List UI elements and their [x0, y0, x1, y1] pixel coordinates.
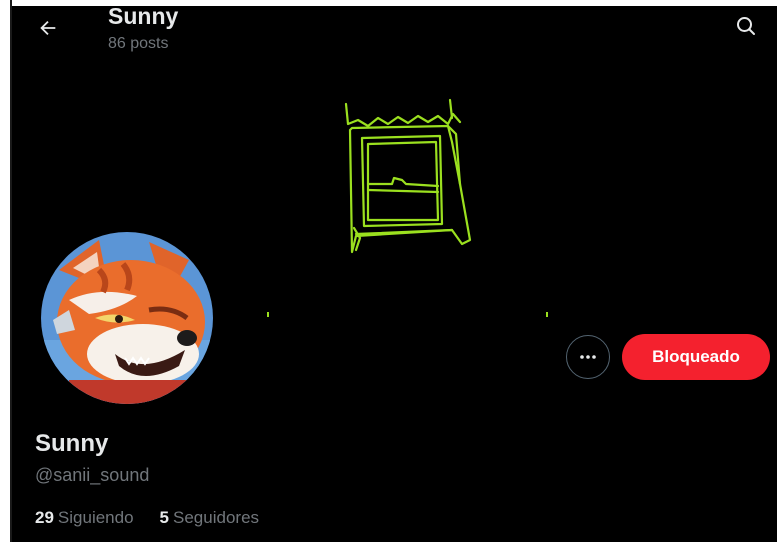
- following-link[interactable]: 29 Siguiendo: [35, 508, 134, 528]
- avatar[interactable]: [39, 230, 215, 406]
- followers-count: 5: [159, 508, 170, 527]
- back-button[interactable]: [30, 10, 66, 46]
- left-edge: [0, 0, 10, 542]
- search-icon: [737, 17, 755, 35]
- arrow-left-icon: [40, 20, 56, 36]
- followers-link[interactable]: 5 Seguidores: [160, 508, 259, 528]
- more-options-button[interactable]: [566, 335, 610, 379]
- following-label: Siguiendo: [57, 508, 134, 527]
- more-horizontal-icon: [580, 355, 596, 359]
- banner-speck: [267, 312, 269, 317]
- window-doodle: [344, 98, 472, 254]
- profile-stats: 29 Siguiendo 5 Seguidores: [35, 508, 259, 528]
- header-title: Sunny: [108, 3, 179, 29]
- banner-speck: [546, 312, 548, 317]
- header-post-count: 86 posts: [108, 35, 169, 52]
- search-button[interactable]: [728, 8, 764, 44]
- profile-display-name: Sunny: [35, 430, 109, 457]
- following-count: 29: [35, 508, 54, 527]
- followers-label: Seguidores: [173, 508, 260, 527]
- blocked-button[interactable]: Bloqueado: [622, 334, 770, 380]
- profile-handle: @sanii_sound: [35, 465, 150, 485]
- profile-page: Sunny 86 posts Bloqueado Sunny @sanii_so…: [0, 0, 777, 542]
- fox-character-avatar: [41, 232, 213, 404]
